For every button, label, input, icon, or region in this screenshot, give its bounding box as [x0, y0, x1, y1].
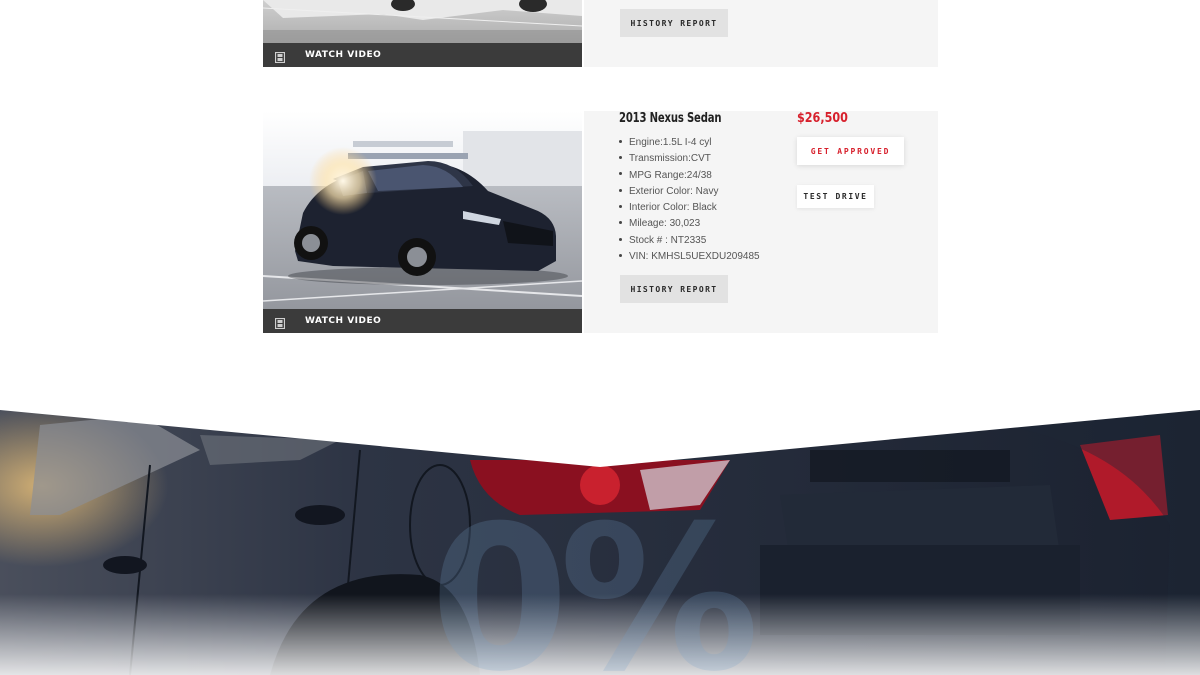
listing-info: HISTORY REPORT — [584, 0, 938, 67]
listing-card: WATCH VIDEO HISTORY REPORT — [263, 0, 938, 67]
spec-mileage: Mileage: 30,023 — [619, 216, 760, 232]
spec-vin: VIN: KMHSL5UEXDU209485 — [619, 249, 760, 265]
history-report-button[interactable]: HISTORY REPORT — [620, 9, 728, 37]
watch-video-label: WATCH VIDEO — [305, 50, 382, 60]
spec-mpg: MPG Range:24/38 — [619, 168, 760, 184]
watch-video-bar[interactable]: WATCH VIDEO — [263, 309, 582, 333]
spec-engine: Engine:1.5L I-4 cyl — [619, 135, 760, 151]
page: WATCH VIDEO HISTORY REPORT WATCH VIDEO 2… — [0, 0, 1200, 675]
watch-video-bar[interactable]: WATCH VIDEO — [263, 43, 582, 67]
film-icon — [274, 316, 286, 329]
get-approved-button[interactable]: GET APPROVED — [797, 137, 904, 165]
car-title[interactable]: 2013 Nexus Sedan — [619, 111, 722, 126]
car-photo-image — [263, 111, 582, 333]
spec-list: Engine:1.5L I-4 cyl Transmission:CVT MPG… — [619, 135, 760, 265]
car-price: $26,500 — [797, 111, 848, 126]
listing-card: WATCH VIDEO 2013 Nexus Sedan $26,500 Eng… — [263, 111, 938, 333]
history-report-button[interactable]: HISTORY REPORT — [620, 275, 728, 303]
test-drive-button[interactable]: TEST DRIVE — [797, 185, 874, 208]
car-photo[interactable]: WATCH VIDEO — [263, 111, 582, 333]
spec-stock: Stock # : NT2335 — [619, 233, 760, 249]
car-photo[interactable]: WATCH VIDEO — [263, 0, 582, 67]
hero-notch-divider — [0, 405, 1200, 467]
listing-info: 2013 Nexus Sedan $26,500 Engine:1.5L I-4… — [584, 111, 938, 333]
spec-exterior-color: Exterior Color: Navy — [619, 184, 760, 200]
spec-transmission: Transmission:CVT — [619, 151, 760, 167]
film-icon — [274, 50, 286, 63]
hero-big-text: 0% — [430, 483, 760, 675]
watch-video-label: WATCH VIDEO — [305, 316, 382, 326]
spec-interior-color: Interior Color: Black — [619, 200, 760, 216]
